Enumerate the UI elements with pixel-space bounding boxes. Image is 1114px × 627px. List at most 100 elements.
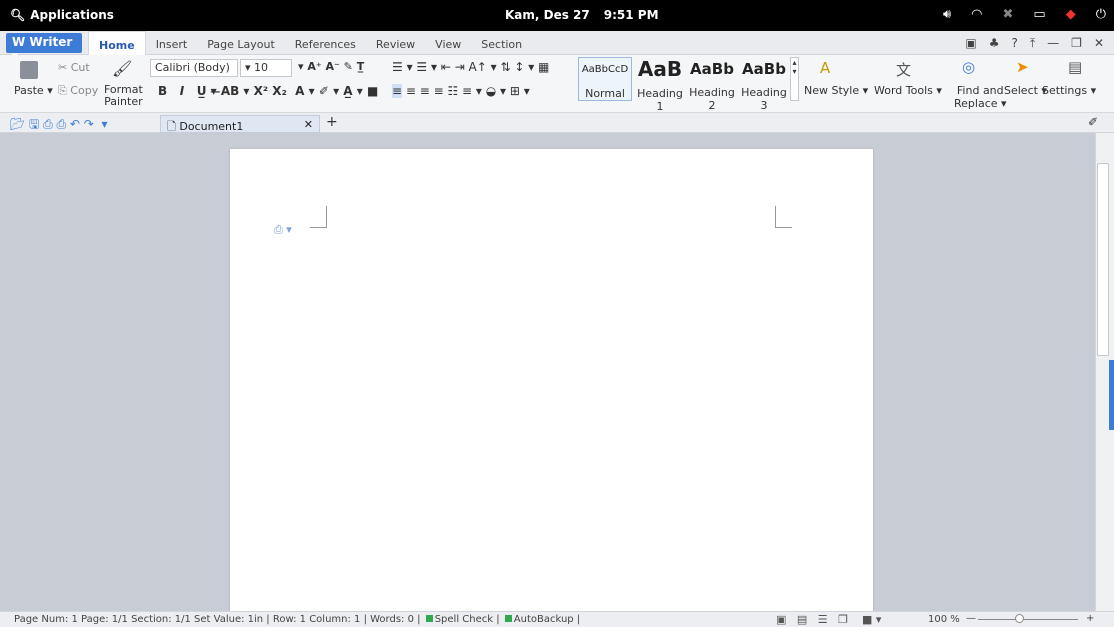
select-label: Select (1004, 84, 1038, 97)
help-icon[interactable]: ? (1011, 36, 1017, 51)
settings-button[interactable]: Settings ▾ (1042, 84, 1096, 97)
ribbon-tabs: Home Insert Page Layout References Revie… (88, 31, 532, 56)
window-controls: ▣ ♣ ? ⤒ — ❐ ✕ (965, 36, 1104, 51)
close-tab-icon[interactable]: ✕ (304, 118, 313, 131)
select-cursor-icon: ➤ (1016, 58, 1029, 76)
battery-icon[interactable]: ▭ (1033, 7, 1045, 22)
find-replace-button[interactable]: Find and Replace ▾ (954, 84, 1007, 110)
autobackup-indicator (504, 615, 512, 622)
skin-icon[interactable]: ▣ (965, 36, 976, 51)
style-heading-2-preview: AaBb (690, 60, 734, 78)
writer-app-button[interactable]: W Writer ▾ (6, 33, 82, 63)
document-icon: 🗋︎ (167, 120, 180, 133)
applications-menu[interactable]: 🔍︎ Applications (10, 8, 114, 22)
tab-section[interactable]: Section (471, 31, 532, 55)
tab-page-layout[interactable]: Page Layout (197, 31, 285, 55)
menu-tab-row: W Writer ▾ Home Insert Page Layout Refer… (0, 31, 1114, 63)
writer-app-label: Writer (29, 35, 73, 49)
system-tray: 🔊︎ ◠ ✖ ▭ ◆ ⏻ (943, 7, 1106, 22)
zoom-in-icon[interactable]: + (1086, 613, 1094, 624)
document-tab[interactable]: 🗋︎ Document1 ✕ (160, 115, 320, 133)
view-mode-icons[interactable]: ▣ ▤ ☰ ❐ ■ ▾ (776, 613, 881, 626)
select-button[interactable]: Select ▾ (1004, 84, 1047, 97)
date-label: Kam, Des 27 (505, 8, 590, 22)
scrollbar-thumb[interactable] (1097, 163, 1109, 356)
spell-check-indicator (425, 615, 433, 622)
styles-scroll[interactable]: ▴ ▾ (790, 57, 799, 101)
tab-review[interactable]: Review (366, 31, 425, 55)
paste-options-icon[interactable]: ⎙ ▾ (274, 223, 292, 237)
minimize-icon[interactable]: — (1047, 36, 1059, 51)
format-painter-label-2: Painter (104, 95, 143, 108)
margin-corner-top-right (775, 206, 792, 228)
restore-icon[interactable]: ❐ (1071, 36, 1082, 51)
tab-insert[interactable]: Insert (146, 31, 198, 55)
volume-icon[interactable]: 🔊︎ (943, 7, 951, 22)
document-tab-label: Document1 (179, 120, 244, 133)
style-heading-1-preview: AaB (637, 57, 683, 81)
copy-label: Copy (70, 84, 99, 97)
scissors-icon: ✂ (58, 61, 71, 74)
word-tools-button[interactable]: Word Tools ▾ (874, 84, 942, 97)
style-heading-3[interactable]: AaBb Heading 3 (738, 57, 790, 112)
new-tab-icon[interactable]: + (326, 114, 338, 130)
font-name-select[interactable]: Calibri (Body) (150, 59, 238, 77)
notification-icon[interactable]: ◆ (1066, 7, 1076, 22)
settings-icon: ▤ (1068, 58, 1083, 76)
new-style-button[interactable]: New Style ▾ (804, 84, 868, 97)
collapse-ribbon-icon[interactable]: ⤒ (1030, 36, 1035, 51)
settings-label: Settings (1042, 84, 1088, 97)
style-normal[interactable]: AaBbCcD Normal (578, 57, 632, 101)
align-buttons[interactable]: ≡ ≡ ≡ ≡ ☷ ≡ ▾ ◒ ▾ ⊞ ▾ (392, 84, 530, 98)
status-bar: Page Num: 1 Page: 1/1 Section: 1/1 Set V… (0, 611, 1114, 627)
font-size-select[interactable]: ▾ 10 (240, 59, 292, 77)
shirt-icon[interactable]: ♣ (989, 36, 1000, 51)
style-heading-3-label: Heading 3 (741, 86, 787, 112)
word-tools-icon: 文 (896, 61, 912, 79)
status-text: Page Num: 1 Page: 1/1 Section: 1/1 Set V… (14, 614, 421, 625)
spell-check-label[interactable]: Spell Check (435, 614, 493, 625)
format-painter-icon: 🖌︎ (112, 59, 133, 78)
style-normal-label: Normal (585, 87, 625, 100)
clock[interactable]: Kam, Des 27 9:51 PM (505, 8, 659, 22)
font-size-value: 10 (254, 61, 269, 74)
tab-references[interactable]: References (285, 31, 366, 55)
copy-icon: ⎘ (58, 84, 71, 97)
bluetooth-icon[interactable]: ✖ (1003, 7, 1014, 22)
ribbon-home: Paste ▾ ✂ Cut ⎘ Copy 🖌︎ Format Painter C… (0, 55, 1114, 113)
list-buttons[interactable]: ☰ ▾ ☰ ▾ ⇤ ⇥ A↑ ▾ ⇅ ↕ ▾ ▦ (392, 60, 549, 74)
time-label: 9:51 PM (603, 8, 659, 22)
format-painter-small-icon[interactable]: ✐ (1088, 115, 1098, 129)
close-icon[interactable]: ✕ (1094, 36, 1104, 51)
style-normal-preview: AaBbCcD (581, 64, 629, 75)
autobackup-label[interactable]: AutoBackup (514, 614, 574, 625)
copy-button[interactable]: ⎘ Copy (58, 84, 98, 98)
format-painter-button[interactable]: Format Painter (104, 84, 143, 108)
wifi-icon[interactable]: ◠ (971, 7, 982, 22)
word-tools-label: Word Tools (874, 84, 933, 97)
cut-label: Cut (70, 61, 90, 74)
cut-button[interactable]: ✂ Cut (58, 61, 90, 74)
power-icon[interactable]: ⏻ (1096, 7, 1106, 22)
style-heading-1[interactable]: AaB Heading 1 (634, 57, 686, 113)
new-style-icon: A (820, 59, 831, 77)
find-replace-label-2: Replace (954, 97, 998, 110)
side-panel-handle[interactable] (1109, 360, 1114, 430)
applications-label: Applications (30, 8, 114, 22)
zoom-value[interactable]: 100 % (928, 614, 960, 625)
tab-view[interactable]: View (425, 31, 471, 55)
style-heading-1-label: Heading 1 (637, 87, 683, 113)
paste-icon (20, 61, 38, 79)
tab-home[interactable]: Home (88, 31, 146, 56)
font-grow-shrink-icons[interactable]: ▾ A⁺ A⁻ ✎ T̲ (298, 60, 364, 73)
zoom-slider[interactable] (978, 619, 1078, 620)
style-heading-2[interactable]: AaBb Heading 2 (686, 57, 738, 112)
paste-button[interactable]: Paste ▾ (14, 84, 53, 97)
writer-logo-icon: W (12, 35, 30, 49)
paste-label: Paste (14, 84, 44, 97)
zoom-slider-handle[interactable] (1015, 614, 1024, 623)
zoom-out-icon[interactable]: — (966, 613, 976, 624)
search-icon: 🔍︎ (10, 8, 26, 22)
document-page[interactable]: ⎙ ▾ (230, 149, 873, 611)
font-format-buttons[interactable]: B I U̲ ▾ ̶AB ▾ X² X₂ A ▾ ✐ ▾ A̲ ▾ ■ (158, 84, 378, 98)
